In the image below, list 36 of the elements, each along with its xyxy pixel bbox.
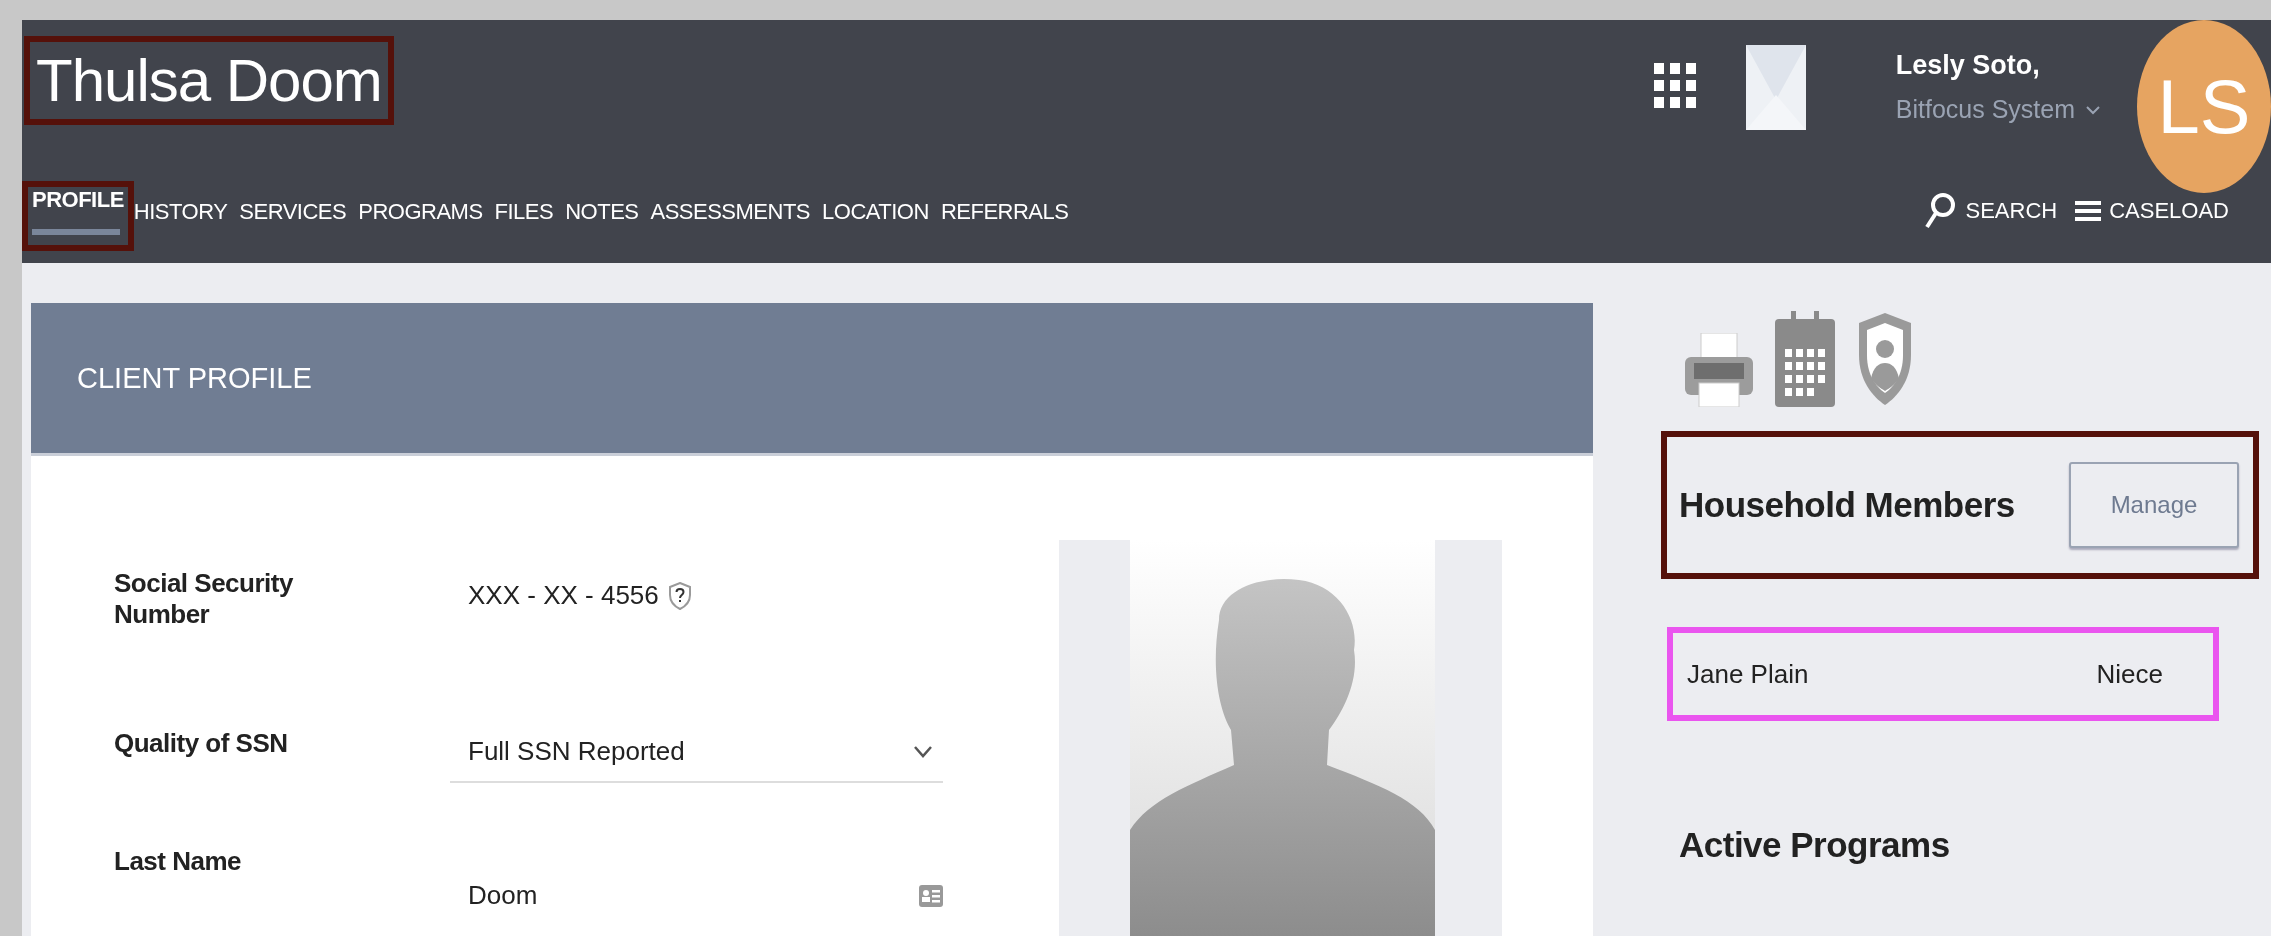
chevron-down-icon (2085, 104, 2101, 115)
manage-button[interactable]: Manage (2069, 462, 2239, 548)
nav-tab[interactable]: REFERRALS (940, 187, 1069, 251)
nav-tab[interactable]: FILES (494, 187, 554, 251)
field-label: Social Security Number (114, 568, 294, 631)
printer-icon[interactable] (1685, 333, 1753, 407)
field-label: Quality of SSN (114, 728, 289, 760)
search-icon (1923, 191, 1958, 231)
section-title: Household Members (1679, 485, 2015, 525)
member-row[interactable]: Jane Plain Niece (1673, 633, 2213, 715)
nav-tab[interactable]: PROGRAMS (358, 187, 483, 251)
field-label: Last Name (114, 846, 242, 878)
header-link[interactable]: SEARCH (1923, 191, 2058, 231)
section-title: Active Programs (1679, 825, 1951, 865)
nav-tab[interactable]: HISTORY (133, 187, 228, 251)
user-name: Lesly Soto, (1895, 50, 2041, 81)
select-field[interactable]: Full SSN Reported (450, 728, 943, 783)
app-grid-icon[interactable] (1653, 63, 1696, 108)
member-relation: Niece (2096, 658, 2163, 690)
shield-question-icon (668, 581, 691, 610)
nav-tab[interactable]: NOTES (565, 187, 639, 251)
text-field[interactable]: Doom (468, 880, 943, 911)
panel-title: CLIENT PROFILE (77, 361, 312, 395)
header-link[interactable]: CASELOAD (2075, 198, 2229, 224)
ssn-value: XXX - XX - 4556 (468, 580, 659, 611)
chevron-down-icon (913, 744, 933, 759)
menu-icon (2075, 199, 2102, 223)
member-name: Jane Plain (1687, 658, 1809, 690)
contact-card-icon (919, 884, 943, 907)
organization-dropdown[interactable]: Bitfocus System (1895, 95, 2101, 124)
nav-tab[interactable]: LOCATION (822, 187, 929, 251)
calendar-icon[interactable] (1775, 311, 1835, 407)
nav-tab[interactable]: SERVICES (239, 187, 347, 251)
shield-person-icon[interactable] (1857, 311, 1913, 407)
nav-tab[interactable]: ASSESSMENTS (650, 187, 811, 251)
nav-tab[interactable]: PROFILE (22, 181, 134, 251)
